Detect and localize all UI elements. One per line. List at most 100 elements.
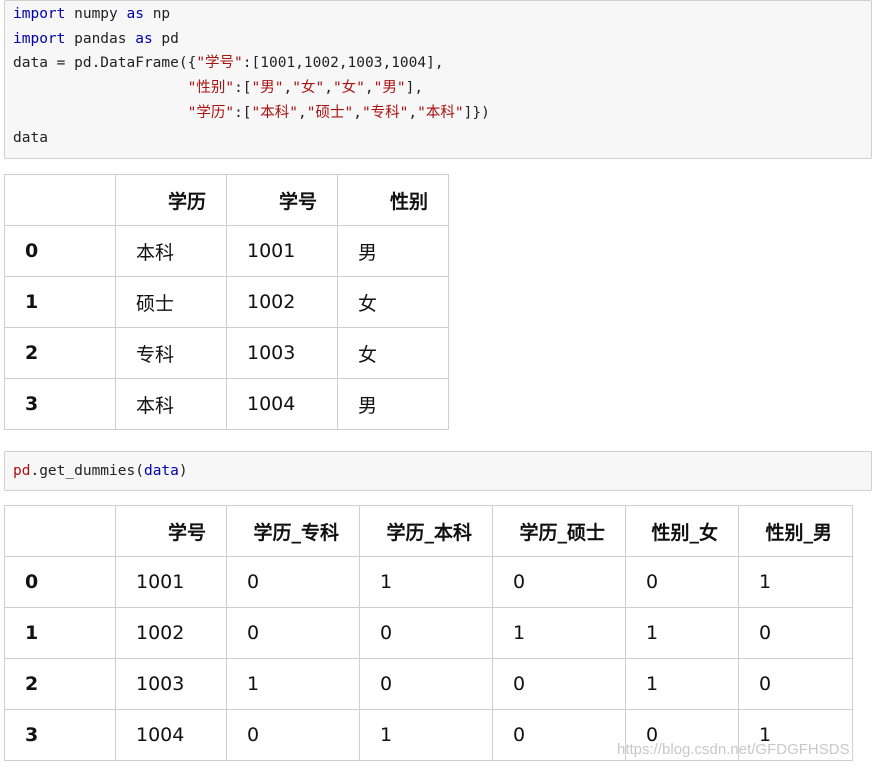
table-row: 2 1003 1 0 0 1 0: [4, 658, 853, 710]
code-text: data: [13, 129, 48, 146]
code-line: data = pd.DataFrame({"学号":[1001,1002,100…: [13, 51, 871, 76]
table-cell: 1001: [115, 556, 227, 608]
code-text: pd: [152, 30, 179, 47]
row-index: 1: [4, 607, 116, 659]
table-cell: 0: [738, 658, 853, 710]
table-cell: 1: [492, 607, 626, 659]
code-cell-dataframe[interactable]: import numpy as np import pandas as pd dat…: [4, 0, 872, 159]
code-string: "硕士": [306, 104, 354, 121]
code-line: import pandas as pd: [13, 27, 871, 52]
row-index: 0: [4, 225, 116, 277]
row-index: 2: [4, 658, 116, 710]
code-line: pd.get_dummies(data): [13, 459, 871, 484]
column-header: 学历_硕士: [492, 505, 626, 557]
dataframe-output-table: 学历 学号 性别 0 本科 1001 男 1 硕士 1002 女 2 专科 1003 女 3 本科 1004 男: [4, 174, 449, 430]
table-cell: 女: [337, 327, 449, 379]
index-header: [4, 174, 116, 226]
code-string: "男": [251, 80, 284, 97]
table-cell: 0: [492, 556, 626, 608]
code-text: :[: [234, 104, 252, 121]
table-row: 0 1001 0 1 0 0 1: [4, 556, 853, 608]
code-string: "本科": [251, 104, 299, 121]
column-header: 学号: [226, 174, 338, 226]
table-cell: 专科: [115, 327, 227, 379]
column-header: 学历_专科: [226, 505, 360, 557]
table-cell: 1: [625, 658, 739, 710]
row-index: 0: [4, 556, 116, 608]
code-line: import numpy as np: [13, 2, 871, 27]
code-cell-get-dummies[interactable]: pd.get_dummies(data): [4, 451, 872, 491]
code-text: ,: [364, 80, 374, 97]
table-cell: 1003: [226, 327, 338, 379]
table-cell: 0: [359, 658, 493, 710]
table-row: 2 专科 1003 女: [4, 327, 449, 379]
code-string: "学号": [196, 55, 243, 72]
code-string: "本科": [417, 104, 464, 121]
code-input[interactable]: import numpy as np import pandas as pd dat…: [5, 1, 871, 150]
code-keyword: data: [143, 463, 179, 479]
table-cell: 男: [337, 378, 449, 430]
table-cell: 1: [359, 556, 493, 608]
table-cell: 1002: [226, 276, 338, 328]
table-cell: 0: [625, 556, 739, 608]
code-string: "男": [373, 80, 406, 97]
code-keyword: as: [135, 30, 153, 47]
row-index: 2: [4, 327, 116, 379]
table-cell: 男: [337, 225, 449, 277]
code-input[interactable]: pd.get_dummies(data): [5, 452, 871, 484]
column-header: 学历: [115, 174, 227, 226]
watermark: https://blog.csdn.net/GFDGFHSDS: [617, 741, 850, 758]
table-cell: 1004: [115, 709, 227, 761]
table-cell: 1004: [226, 378, 338, 430]
table-row: 0 本科 1001 男: [4, 225, 449, 277]
column-header: 性别_男: [738, 505, 853, 557]
row-index: 1: [4, 276, 116, 328]
code-string: "学历": [187, 104, 235, 121]
table-header-row: 学历 学号 性别: [4, 174, 449, 226]
table-cell: 1001: [226, 225, 338, 277]
code-string: pd: [13, 463, 31, 479]
table-cell: 0: [738, 607, 853, 659]
code-text: ,: [283, 80, 293, 97]
table-cell: 0: [492, 658, 626, 710]
code-string: "专科": [361, 104, 409, 121]
code-keyword: import: [13, 30, 66, 47]
table-cell: 0: [492, 709, 626, 761]
index-header: [4, 505, 116, 557]
table-header-row: 学号 学历_专科 学历_本科 学历_硕士 性别_女 性别_男: [4, 505, 853, 557]
code-text: :[: [234, 80, 252, 97]
dummies-output-table: 学号 学历_专科 学历_本科 学历_硕士 性别_女 性别_男 0 1001 0 1 0 0 1 1 100…: [4, 505, 853, 761]
code-text: numpy: [65, 6, 127, 22]
table-cell: 本科: [115, 225, 227, 277]
table-cell: 本科: [115, 378, 227, 430]
column-header: 性别: [337, 174, 449, 226]
code-text: ,: [408, 104, 418, 121]
table-cell: 0: [226, 556, 360, 608]
table-cell: 0: [359, 607, 493, 659]
code-line: "性别":["男","女","女","男"],: [13, 76, 871, 101]
code-text: .get_dummies(: [30, 463, 144, 479]
code-text: ,: [298, 104, 307, 121]
code-text: ): [178, 463, 188, 479]
table-row: 1 硕士 1002 女: [4, 276, 449, 328]
code-line: data: [13, 126, 871, 151]
code-text: :[1001,1002,1003,1004],: [242, 55, 444, 72]
table-cell: 1002: [115, 607, 227, 659]
table-cell: 0: [226, 607, 360, 659]
code-text: pandas: [65, 30, 136, 47]
code-text: ]}): [463, 104, 490, 121]
table-cell: 1: [625, 607, 739, 659]
column-header: 学历_本科: [359, 505, 493, 557]
column-header: 学号: [115, 505, 227, 557]
code-line: "学历":["本科","硕士","专科","本科"]}): [13, 101, 871, 126]
table-cell: 硕士: [115, 276, 227, 328]
table-cell: 1: [226, 658, 360, 710]
code-string: "女": [332, 80, 365, 97]
code-keyword: as: [126, 6, 144, 22]
code-string: "女": [292, 80, 325, 97]
column-header: 性别_女: [625, 505, 739, 557]
table-cell: 0: [226, 709, 360, 761]
code-keyword: import: [13, 6, 66, 22]
